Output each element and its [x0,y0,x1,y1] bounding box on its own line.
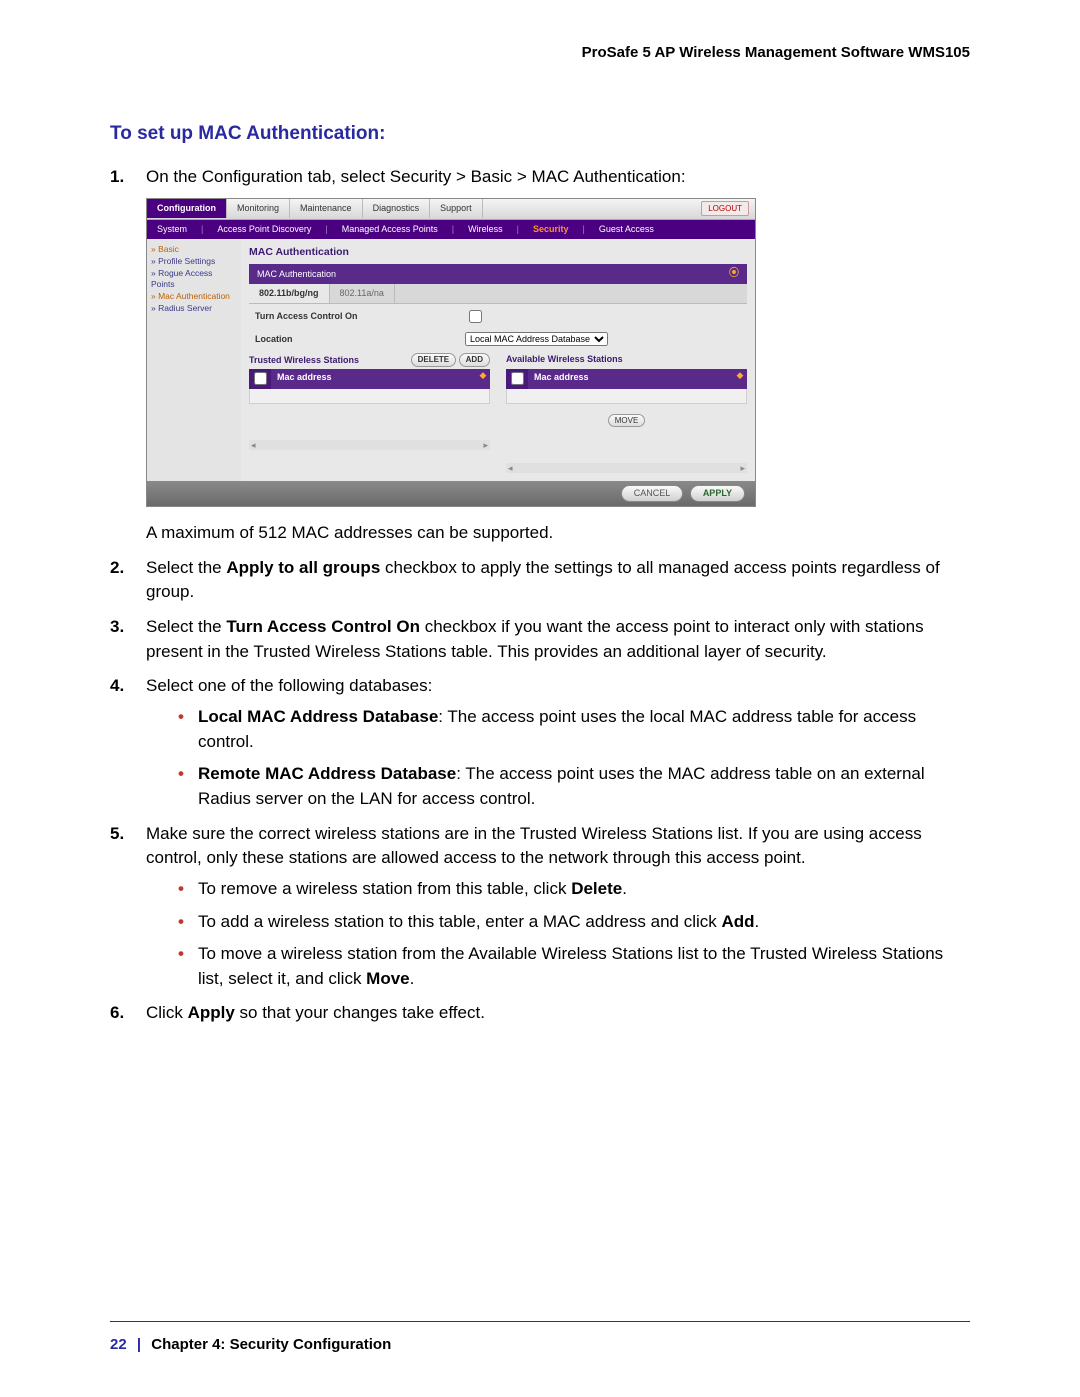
add-button[interactable]: ADD [459,353,490,367]
step-3: Select the Turn Access Control On checkb… [110,615,970,664]
available-check-all[interactable] [511,372,524,385]
trusted-mac-header: Mac address [271,369,476,389]
side-rogue[interactable]: » Rogue Access Points [151,268,237,290]
band-header: MAC Authentication ⦿ [249,264,747,285]
tab-support[interactable]: Support [430,199,483,218]
apply-button[interactable]: APPLY [690,485,745,502]
trusted-table-body [249,389,490,404]
subnav-map[interactable]: Managed Access Points [338,223,442,236]
radio-tabs: 802.11b/bg/ng 802.11a/na [249,284,747,304]
panel-title: MAC Authentication [249,245,747,260]
available-table-header: Mac address ◆ [506,369,747,389]
side-profile[interactable]: » Profile Settings [151,256,237,267]
label-location: Location [255,333,465,346]
step-1-text: On the Configuration tab, select Securit… [146,167,686,186]
select-location[interactable]: Local MAC Address Database [465,332,608,346]
step-5-bullet-3: To move a wireless station from the Avai… [178,942,970,991]
subnav-security[interactable]: Security [529,223,573,236]
available-mac-header: Mac address [528,369,733,389]
step-4: Select one of the following databases: L… [110,674,970,811]
subnav-system[interactable]: System [153,223,191,236]
delete-button[interactable]: DELETE [411,353,457,367]
band-title: MAC Authentication [257,268,336,281]
move-button[interactable]: MOVE [608,414,646,428]
label-turn-access: Turn Access Control On [255,310,465,323]
tab-configuration[interactable]: Configuration [147,199,227,218]
tab-diagnostics[interactable]: Diagnostics [363,199,431,218]
sort-icon[interactable]: ◆ [476,369,490,389]
checkbox-turn-access[interactable] [469,310,482,323]
trusted-scrollbar[interactable]: ◂▸ [249,440,490,450]
available-table-body [506,389,747,404]
shot-top-tabs: Configuration Monitoring Maintenance Dia… [147,199,755,220]
cancel-button[interactable]: CANCEL [621,485,684,502]
step-4-bullet-2: Remote MAC Address Database: The access … [178,762,970,811]
shot-sidebar: » Basic » Profile Settings » Rogue Acces… [147,239,241,481]
subnav-wireless[interactable]: Wireless [464,223,507,236]
step-6: Click Apply so that your changes take ef… [110,1001,970,1026]
shot-footer: CANCEL APPLY [147,481,755,506]
available-scrollbar[interactable]: ◂▸ [506,463,747,473]
step-2: Select the Apply to all groups checkbox … [110,556,970,605]
step-5: Make sure the correct wireless stations … [110,822,970,992]
trusted-check-all[interactable] [254,372,267,385]
sort-icon[interactable]: ◆ [733,369,747,389]
radio-bg[interactable]: 802.11b/bg/ng [249,284,330,303]
side-macauth[interactable]: » Mac Authentication [151,291,237,302]
page-footer: 22 | Chapter 4: Security Configuration [110,1321,970,1353]
section-title: To set up MAC Authentication: [110,123,970,145]
side-radius[interactable]: » Radius Server [151,303,237,314]
step-4-bullet-1: Local MAC Address Database: The access p… [178,705,970,754]
step-1: On the Configuration tab, select Securit… [110,165,970,546]
logout-button[interactable]: LOGOUT [701,201,749,217]
subnav-guest[interactable]: Guest Access [595,223,658,236]
help-icon[interactable]: ⦿ [729,267,739,282]
trusted-table-header: Mac address ◆ [249,369,490,389]
tab-maintenance[interactable]: Maintenance [290,199,363,218]
steps-list: On the Configuration tab, select Securit… [110,165,970,1026]
page-number: 22 [110,1336,127,1353]
subnav-apd[interactable]: Access Point Discovery [213,223,315,236]
radio-a[interactable]: 802.11a/na [330,284,395,303]
screenshot-figure: Configuration Monitoring Maintenance Dia… [146,198,756,508]
step-5-bullet-1: To remove a wireless station from this t… [178,877,970,902]
step-1-after: A maximum of 512 MAC addresses can be su… [146,523,553,542]
trusted-title: Trusted Wireless Stations [249,354,359,367]
side-basic[interactable]: » Basic [151,244,237,255]
tab-monitoring[interactable]: Monitoring [227,199,290,218]
chapter-title: Chapter 4: Security Configuration [151,1336,391,1353]
shot-subnav: System| Access Point Discovery| Managed … [147,220,755,239]
doc-header: ProSafe 5 AP Wireless Management Softwar… [110,44,970,61]
step-5-bullet-2: To add a wireless station to this table,… [178,910,970,935]
available-title: Available Wireless Stations [506,353,623,366]
